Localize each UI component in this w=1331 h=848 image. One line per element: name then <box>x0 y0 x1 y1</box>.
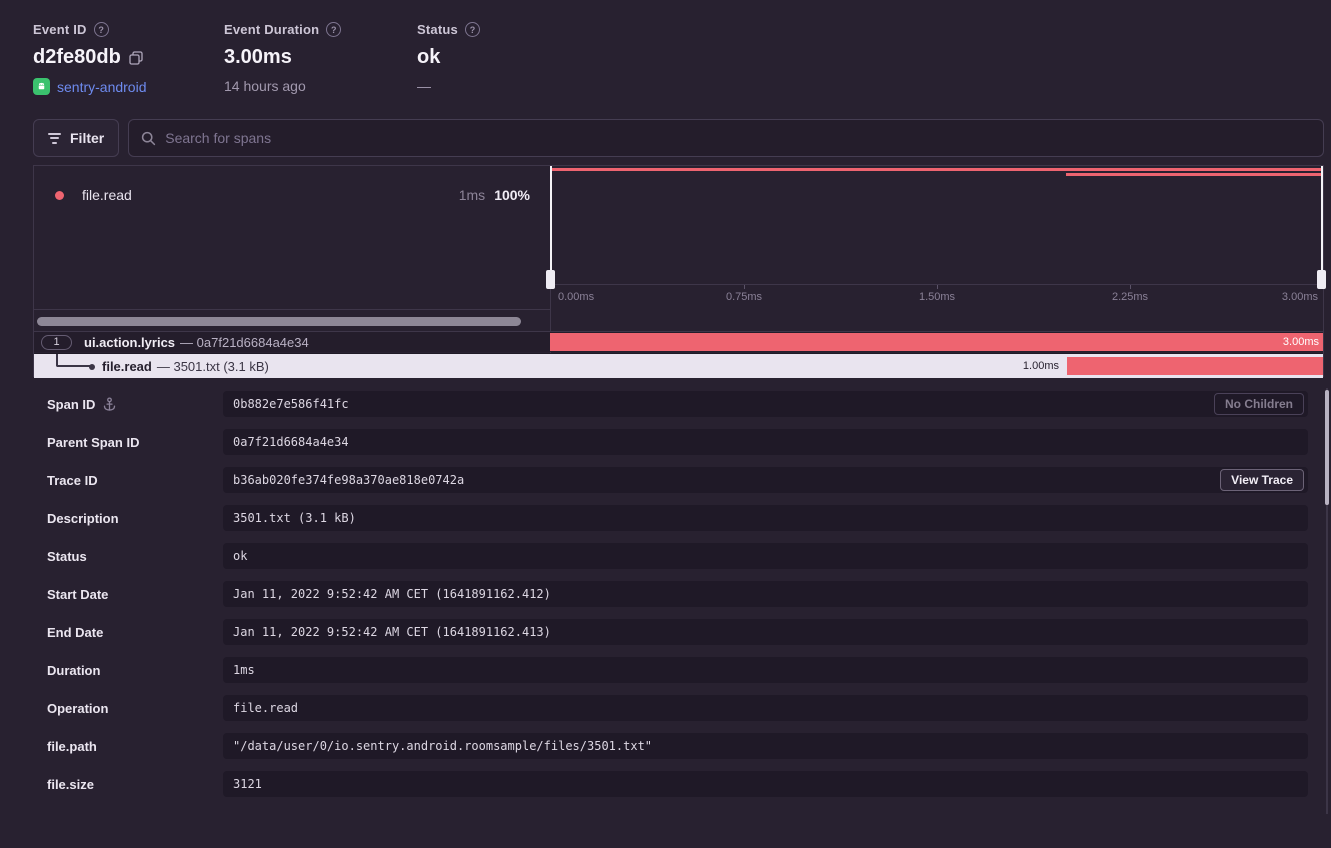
span-bar[interactable]: 3.00ms <box>550 333 1323 351</box>
detail-row: Description 3501.txt (3.1 kB) <box>33 505 1308 531</box>
span-row-parent[interactable]: 1 ui.action.lyrics — 0a7f21d6684a4e34 3.… <box>34 331 1323 352</box>
span-legend-panel: file.read 1ms 100% <box>34 166 550 309</box>
minimap-span-bar <box>551 168 1321 171</box>
anchor-icon[interactable] <box>103 397 116 412</box>
time-axis: 0.00ms 0.75ms 1.50ms 2.25ms 3.00ms <box>551 284 1323 309</box>
minimap-span-bar <box>1066 173 1321 176</box>
axis-tick: 0.75ms <box>726 291 762 303</box>
detail-key: file.path <box>47 739 97 754</box>
detail-row: Span ID 0b882e7e586f41fc No Children <box>33 391 1308 417</box>
no-children-button[interactable]: No Children <box>1214 393 1304 415</box>
legend-operation: file.read <box>82 187 132 203</box>
event-id-label: Event ID <box>33 22 87 37</box>
detail-value: b36ab020fe374fe98a370ae818e0742a View Tr… <box>223 467 1308 493</box>
detail-key: Trace ID <box>47 473 98 488</box>
legend-duration: 1ms <box>459 187 485 203</box>
help-icon[interactable]: ? <box>326 22 341 37</box>
spans-toolbar: Filter <box>33 119 1324 157</box>
detail-key: Parent Span ID <box>47 435 139 450</box>
axis-tick: 1.50ms <box>919 291 955 303</box>
detail-row: End Date Jan 11, 2022 9:52:42 AM CET (16… <box>33 619 1308 645</box>
detail-row: Parent Span ID 0a7f21d6684a4e34 <box>33 429 1308 455</box>
legend-percent: 100% <box>494 187 530 203</box>
op-color-dot-icon <box>55 191 64 200</box>
project-link[interactable]: sentry-android <box>57 79 147 95</box>
span-search[interactable] <box>128 119 1324 157</box>
trace-minimap[interactable] <box>551 166 1323 284</box>
span-duration: 1.00ms <box>1023 354 1059 378</box>
detail-key: Duration <box>47 663 100 678</box>
status-value: ok <box>417 46 440 69</box>
detail-key: Start Date <box>47 587 108 602</box>
minimap-right-handle[interactable] <box>1317 166 1326 289</box>
event-age: 14 hours ago <box>224 78 306 94</box>
detail-value: ok <box>223 543 1308 569</box>
search-icon <box>141 131 156 146</box>
search-input[interactable] <box>165 130 1311 146</box>
span-details-table: Span ID 0b882e7e586f41fc No Children Par… <box>33 391 1308 809</box>
minimap-left-handle[interactable] <box>546 166 555 289</box>
detail-value: 3501.txt (3.1 kB) <box>223 505 1308 531</box>
status-field: Status ? ok — <box>417 22 480 94</box>
detail-value: 3121 <box>223 771 1308 797</box>
trace-view-widget: file.read 1ms 100% 0.00ms 0.75ms 1.50ms … <box>33 165 1324 377</box>
span-bar[interactable] <box>1067 357 1323 375</box>
help-icon[interactable]: ? <box>465 22 480 37</box>
detail-row: Trace ID b36ab020fe374fe98a370ae818e0742… <box>33 467 1308 493</box>
tree-connector <box>56 354 92 367</box>
android-platform-icon <box>33 78 50 95</box>
status-label: Status <box>417 22 458 37</box>
detail-row: Duration 1ms <box>33 657 1308 683</box>
detail-row: file.path "/data/user/0/io.sentry.androi… <box>33 733 1308 759</box>
span-duration: 3.00ms <box>1283 336 1319 348</box>
span-row-selected[interactable]: file.read — 3501.txt (3.1 kB) 1.00ms <box>34 353 1323 378</box>
tree-connector-dot <box>89 364 95 370</box>
detail-row: Status ok <box>33 543 1308 569</box>
span-description-suffix: — 3501.txt (3.1 kB) <box>157 359 269 374</box>
detail-key: Span ID <box>47 397 95 412</box>
detail-key: Description <box>47 511 119 526</box>
span-op: file.read <box>102 359 152 374</box>
detail-key: Status <box>47 549 87 564</box>
help-icon[interactable]: ? <box>94 22 109 37</box>
horizontal-scrollbar[interactable] <box>37 317 521 326</box>
tree-scroll-row <box>34 309 550 331</box>
view-trace-button[interactable]: View Trace <box>1220 469 1304 491</box>
axis-tick: 3.00ms <box>1282 291 1318 303</box>
event-id-field: Event ID ? d2fe80db sentry-android <box>33 22 147 95</box>
event-duration-field: Event Duration ? 3.00ms 14 hours ago <box>224 22 341 94</box>
detail-value: 1ms <box>223 657 1308 683</box>
span-op: ui.action.lyrics <box>84 335 175 350</box>
detail-value: Jan 11, 2022 9:52:42 AM CET (1641891162.… <box>223 581 1308 607</box>
detail-key: file.size <box>47 777 94 792</box>
detail-row: file.size 3121 <box>33 771 1308 797</box>
span-id-suffix: — 0a7f21d6684a4e34 <box>180 335 309 350</box>
detail-value: file.read <box>223 695 1308 721</box>
detail-value: 0b882e7e586f41fc No Children <box>223 391 1308 417</box>
children-count-pill[interactable]: 1 <box>41 335 72 350</box>
detail-key: Operation <box>47 701 108 716</box>
filter-icon <box>48 133 61 144</box>
event-duration-value: 3.00ms <box>224 46 292 69</box>
detail-value: 0a7f21d6684a4e34 <box>223 429 1308 455</box>
detail-value: "/data/user/0/io.sentry.android.roomsamp… <box>223 733 1308 759</box>
status-sub: — <box>417 78 431 94</box>
axis-tick: 0.00ms <box>558 291 594 303</box>
axis-tick: 2.25ms <box>1112 291 1148 303</box>
detail-key: End Date <box>47 625 103 640</box>
detail-row: Operation file.read <box>33 695 1308 721</box>
filter-button[interactable]: Filter <box>33 119 119 157</box>
copy-icon[interactable] <box>129 51 143 65</box>
vertical-scrollbar[interactable] <box>1325 390 1329 505</box>
event-id-value: d2fe80db <box>33 46 121 69</box>
detail-value: Jan 11, 2022 9:52:42 AM CET (1641891162.… <box>223 619 1308 645</box>
event-duration-label: Event Duration <box>224 22 319 37</box>
detail-row: Start Date Jan 11, 2022 9:52:42 AM CET (… <box>33 581 1308 607</box>
